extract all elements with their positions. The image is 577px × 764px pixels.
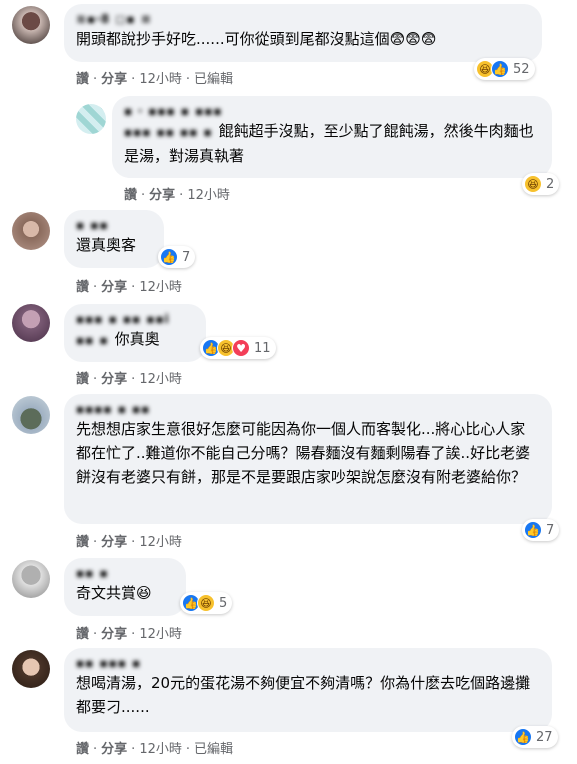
avatar[interactable] [76,104,106,134]
timestamp[interactable]: 12小時 [187,188,230,203]
comment-text: 開頭都說抄手好吃......可你從頭到尾都沒點這個😨😨😨 [76,30,437,48]
reaction-count: 27 [536,729,553,745]
reaction-count: 7 [182,249,191,265]
reaction-summary[interactable]: 😆 2 [522,173,560,195]
commenter-name[interactable]: ▪ ꞏ ▪▪▪ ▪ ▪▪▪ [124,103,540,119]
avatar[interactable] [12,396,50,434]
like-link[interactable]: 讚 [76,742,89,757]
reaction-summary[interactable]: 👍 😆 5 [180,592,233,614]
mentioned-name[interactable]: ▪▪▪ ▪▪ ▪▪ ▪ [124,125,213,139]
comment-actions: 讚 · 分享 · 12小時 [76,280,182,295]
like-link[interactable]: 讚 [76,627,89,642]
comment-bubble: ▪▪▪▪ ▪ ▪▪ 先想想店家生意很好怎麼可能因為你一個人而客製化...將心比心… [64,394,552,524]
comment-actions: 讚 · 分享 · 12小時 [76,627,182,642]
comment-actions: 讚 · 分享 · 12小時 [76,535,182,550]
commenter-name[interactable]: ▪▪▪▪ ▪ ▪▪ [76,401,540,417]
like-reaction-icon: 👍 [514,728,532,746]
avatar[interactable] [12,650,50,688]
like-reaction-icon: 👍 [160,248,178,266]
like-link[interactable]: 讚 [76,72,89,87]
timestamp[interactable]: 12小時 [139,742,182,757]
comment-text: 先想想店家生意很好怎麼可能因為你一個人而客製化...將心比心人家都在忙了..難道… [76,420,531,486]
commenter-name[interactable]: ▪▪ ▪▪▪ ▪ [76,655,540,671]
like-link[interactable]: 讚 [76,535,89,550]
comment-bubble: ▪▪ ▪ 奇文共賞😆 [64,558,186,616]
reaction-count: 52 [513,61,530,77]
share-link[interactable]: 分享 [101,280,127,295]
timestamp[interactable]: 12小時 [139,627,182,642]
comment-text: 想喝清湯，20元的蛋花湯不夠便宜不夠清嗎？你為什麽去吃個路邊攤都要刁...... [76,674,531,716]
comment-bubble: ▪▪ ▪▪▪ ▪ 想喝清湯，20元的蛋花湯不夠便宜不夠清嗎？你為什麽去吃個路邊攤… [64,648,552,732]
comment-bubble: ≋▪ꞏ8 ◻▪ ≡ 開頭都說抄手好吃......可你從頭到尾都沒點這個😨😨😨 [64,4,542,62]
reaction-summary[interactable]: 👍 7 [158,246,196,268]
commenter-name[interactable]: ≋▪ꞏ8 ◻▪ ≡ [76,11,530,27]
timestamp[interactable]: 12小時 [139,280,182,295]
reaction-count: 7 [546,522,555,538]
edited-label: 已編輯 [194,72,234,87]
reaction-summary[interactable]: 👍 😆 ♥ 11 [200,337,276,359]
like-link[interactable]: 讚 [76,280,89,295]
commenter-name[interactable]: ▪▪▪ ▪ ▪▪ ▪▪i [76,311,194,327]
comment-bubble: ▪ ▪▪ 還真奧客 [64,210,164,268]
like-link[interactable]: 讚 [76,372,89,387]
comment-bubble: ▪▪▪ ▪ ▪▪ ▪▪i ▪▪ ▪ 你真奧 [64,304,206,362]
love-reaction-icon: ♥ [232,339,250,357]
share-link[interactable]: 分享 [101,627,127,642]
avatar[interactable] [12,560,50,598]
comment-text-wrap: ▪▪▪ ▪▪ ▪▪ ▪ 餛飩超手沒點，至少點了餛飩湯，然後牛肉麵也是湯，對湯真執著 [124,119,540,168]
reaction-count: 11 [254,340,271,356]
commenter-name[interactable]: ▪ ▪▪ [76,217,152,233]
comment-bubble: ▪ ꞏ ▪▪▪ ▪ ▪▪▪ ▪▪▪ ▪▪ ▪▪ ▪ 餛飩超手沒點，至少點了餛飩湯，… [112,96,552,178]
reaction-count: 5 [219,595,228,611]
comment-text-wrap: ▪▪ ▪ 你真奧 [76,327,194,352]
avatar[interactable] [12,6,50,44]
edited-label: 已編輯 [194,742,234,757]
timestamp[interactable]: 12小時 [139,535,182,550]
comment-actions: 讚 · 分享 · 12小時 [124,188,230,203]
like-reaction-icon: 👍 [491,60,509,78]
comment-actions: 讚 · 分享 · 12小時 · 已編輯 [76,742,234,757]
comment-text: 奇文共賞😆 [76,584,152,602]
reaction-summary[interactable]: 👍 7 [522,519,560,541]
comment-actions: 讚 · 分享 · 12小時 [76,372,182,387]
reaction-count: 2 [546,176,555,192]
comment-actions: 讚 · 分享 · 12小時 · 已編輯 [76,72,234,87]
reaction-summary[interactable]: 😆 👍 52 [474,58,535,80]
avatar[interactable] [12,212,50,250]
comment-text: 你真奧 [114,330,160,348]
share-link[interactable]: 分享 [149,188,175,203]
share-link[interactable]: 分享 [101,72,127,87]
share-link[interactable]: 分享 [101,535,127,550]
avatar[interactable] [12,304,50,342]
share-link[interactable]: 分享 [101,372,127,387]
timestamp[interactable]: 12小時 [139,372,182,387]
mentioned-name[interactable]: ▪▪ ▪ [76,333,109,347]
comment-text: 還真奧客 [76,236,137,254]
reaction-summary[interactable]: 👍 27 [512,726,558,748]
timestamp[interactable]: 12小時 [139,72,182,87]
like-link[interactable]: 讚 [124,188,137,203]
haha-reaction-icon: 😆 [524,175,542,193]
haha-reaction-icon: 😆 [197,594,215,612]
commenter-name[interactable]: ▪▪ ▪ [76,565,174,581]
like-reaction-icon: 👍 [524,521,542,539]
share-link[interactable]: 分享 [101,742,127,757]
